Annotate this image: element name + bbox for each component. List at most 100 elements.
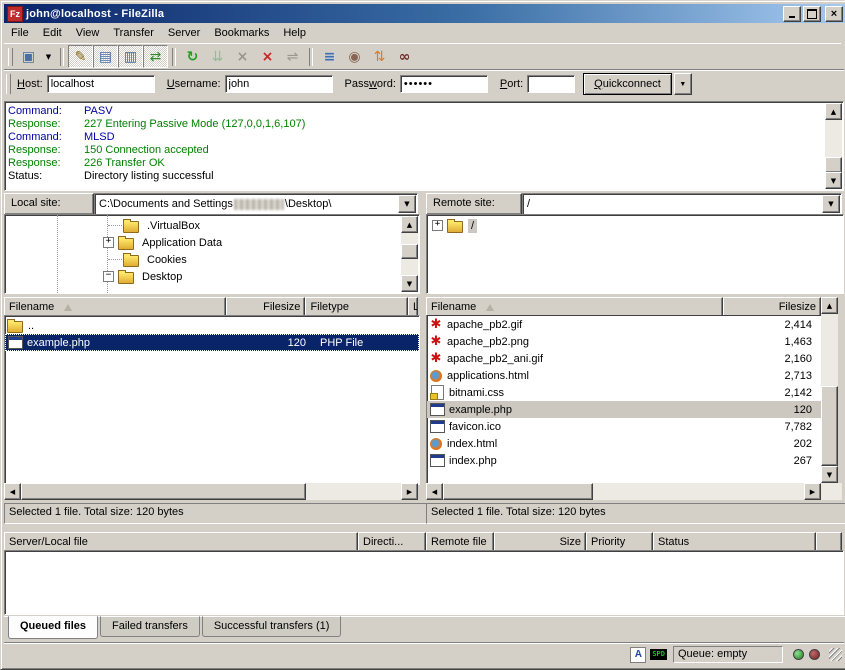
chevron-down-icon[interactable]: ▼	[822, 195, 840, 213]
tree-item-application-data[interactable]: +Application Data	[5, 234, 419, 251]
toggle-queue-button[interactable]: ⇄	[143, 45, 168, 68]
toggle-remote-tree-button[interactable]: ▥	[118, 45, 143, 68]
scroll-down-button[interactable]: ▼	[401, 275, 418, 292]
column-header-filetype[interactable]: Filetype	[305, 297, 408, 317]
queue-column-direction[interactable]: Directi...	[358, 532, 426, 552]
local-site-combo[interactable]: C:\Documents and Settings\Desktop\ ▼	[94, 193, 418, 215]
resize-grip[interactable]	[829, 648, 842, 661]
password-input[interactable]	[400, 75, 488, 93]
speed-limits-icon[interactable]: SPD	[650, 649, 667, 660]
scroll-right-button[interactable]: ▶	[401, 483, 418, 500]
username-input[interactable]	[225, 75, 333, 93]
queue-column-size[interactable]: Size	[494, 532, 586, 552]
transfer-type-icon[interactable]: A	[630, 647, 646, 663]
remote-site-combo[interactable]: / ▼	[522, 193, 842, 215]
menu-transfer[interactable]: Transfer	[106, 25, 161, 42]
file-row[interactable]: index.html 202	[427, 435, 822, 452]
column-header-filesize[interactable]: Filesize	[226, 297, 305, 317]
scroll-left-button[interactable]: ◀	[4, 483, 21, 500]
cancel-button[interactable]: ×	[230, 45, 255, 68]
message-log[interactable]: Command:PASV Response:227 Entering Passi…	[4, 101, 844, 191]
local-directory-tree[interactable]: .VirtualBox +Application Data Cookies −D…	[4, 214, 420, 294]
menu-bookmarks[interactable]: Bookmarks	[207, 25, 276, 42]
remote-list-hscrollbar[interactable]: ◀ ▶	[426, 483, 842, 500]
scroll-up-button[interactable]: ▲	[825, 103, 842, 120]
site-manager-button[interactable]: ▣	[16, 45, 41, 68]
file-row[interactable]: index.php 267	[427, 452, 822, 469]
tree-item-desktop[interactable]: −Desktop	[5, 268, 419, 285]
quickconnect-dropdown-button[interactable]: ▼	[674, 73, 692, 95]
synchronized-browsing-button[interactable]: ⇅	[367, 45, 392, 68]
file-row-parent-dir[interactable]: ..	[5, 317, 419, 334]
quickconnect-button[interactable]: Quickconnect	[583, 73, 672, 95]
menu-server[interactable]: Server	[161, 25, 207, 42]
remote-file-list[interactable]: ✱apache_pb2.gif 2,414 ✱apache_pb2.png 1,…	[426, 315, 823, 484]
close-button[interactable]: ×	[825, 6, 843, 22]
log-scrollbar[interactable]: ▲ ▼	[825, 103, 842, 189]
remote-list-vscrollbar[interactable]: ▲ ▼	[821, 297, 838, 483]
queue-column-remote-file[interactable]: Remote file	[426, 532, 494, 552]
tree-item-root[interactable]: +/	[427, 217, 843, 234]
maximize-button[interactable]	[803, 6, 821, 22]
directory-comparison-button[interactable]: ◉	[342, 45, 367, 68]
scrollbar-thumb[interactable]	[825, 157, 842, 173]
file-row[interactable]: favicon.ico 7,782	[427, 418, 822, 435]
scrollbar-thumb[interactable]	[21, 483, 306, 500]
scroll-down-button[interactable]: ▼	[821, 466, 838, 483]
host-input[interactable]	[47, 75, 155, 93]
file-row[interactable]: applications.html 2,713	[427, 367, 822, 384]
remote-directory-tree[interactable]: +/	[426, 214, 844, 294]
menu-help[interactable]: Help	[276, 25, 313, 42]
reconnect-button[interactable]: ⇌	[280, 45, 305, 68]
scroll-left-button[interactable]: ◀	[426, 483, 443, 500]
filter-button[interactable]: ≡	[317, 45, 342, 68]
local-list-hscrollbar[interactable]: ◀ ▶	[4, 483, 418, 500]
collapse-icon[interactable]: −	[103, 271, 114, 282]
scroll-up-button[interactable]: ▲	[821, 297, 838, 314]
tree-item-virtualbox[interactable]: .VirtualBox	[5, 217, 419, 234]
transfer-queue-list[interactable]	[4, 550, 844, 615]
column-header-lastmodified[interactable]: L	[408, 297, 418, 317]
site-manager-dropdown-button[interactable]: ▼	[41, 45, 56, 68]
column-header-filename[interactable]: Filename	[426, 297, 723, 317]
scrollbar-thumb[interactable]	[401, 244, 418, 259]
toggle-local-tree-button[interactable]: ▤	[93, 45, 118, 68]
queue-column-priority[interactable]: Priority	[586, 532, 653, 552]
title-bar[interactable]: Fz john@localhost - FileZilla ×	[4, 4, 845, 23]
port-input[interactable]	[527, 75, 575, 93]
process-queue-button[interactable]: ⇊	[205, 45, 230, 68]
expand-icon[interactable]: +	[432, 220, 443, 231]
scrollbar-thumb[interactable]	[821, 386, 838, 466]
file-row[interactable]: bitnami.css 2,142	[427, 384, 822, 401]
menu-view[interactable]: View	[69, 25, 107, 42]
expand-icon[interactable]: +	[103, 237, 114, 248]
column-header-filesize[interactable]: Filesize	[723, 297, 821, 317]
queue-column-local-file[interactable]: Server/Local file	[4, 532, 358, 552]
local-tree-scrollbar[interactable]: ▲ ▼	[401, 216, 418, 292]
scroll-up-button[interactable]: ▲	[401, 216, 418, 233]
menu-edit[interactable]: Edit	[36, 25, 69, 42]
chevron-down-icon[interactable]: ▼	[398, 195, 416, 213]
file-row[interactable]: ✱apache_pb2_ani.gif 2,160	[427, 350, 822, 367]
find-files-button[interactable]: ∞	[392, 45, 417, 68]
file-row[interactable]: ✱apache_pb2.png 1,463	[427, 333, 822, 350]
tab-successful-transfers[interactable]: Successful transfers (1)	[202, 616, 342, 637]
refresh-button[interactable]: ↻	[180, 45, 205, 68]
file-row[interactable]: ✱apache_pb2.gif 2,414	[427, 316, 822, 333]
disconnect-button[interactable]: ×	[255, 45, 280, 68]
quickbar-grip[interactable]	[6, 74, 11, 94]
column-header-filename[interactable]: Filename	[4, 297, 226, 317]
toggle-log-button[interactable]: ✎	[68, 45, 93, 68]
tree-item-cookies[interactable]: Cookies	[5, 251, 419, 268]
menu-file[interactable]: File	[4, 25, 36, 42]
scrollbar-thumb[interactable]	[443, 483, 593, 500]
toolbar-grip[interactable]	[8, 48, 13, 66]
scroll-down-button[interactable]: ▼	[825, 172, 842, 189]
scroll-right-button[interactable]: ▶	[804, 483, 821, 500]
file-row-example-php[interactable]: example.php 120 PHP File 1	[5, 334, 419, 351]
minimize-button[interactable]	[783, 6, 801, 22]
local-file-list[interactable]: .. example.php 120 PHP File 1	[4, 315, 420, 485]
queue-column-status[interactable]: Status	[653, 532, 816, 552]
tab-failed-transfers[interactable]: Failed transfers	[100, 616, 200, 637]
tab-queued-files[interactable]: Queued files	[8, 616, 98, 639]
